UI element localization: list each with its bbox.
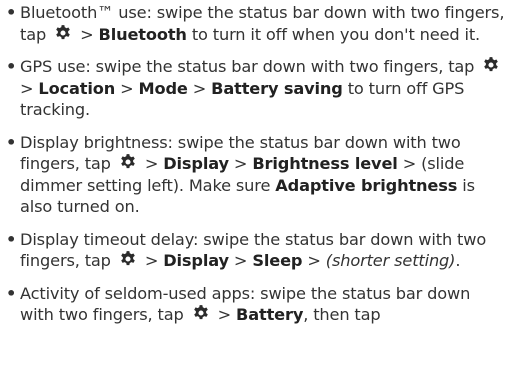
path-separator: > [233, 251, 248, 270]
tip-text-tail: to turn it off when you don't need it. [191, 24, 481, 44]
tip-text-tail: . [455, 251, 461, 270]
setting-shorter-setting: (shorter setting) [325, 251, 456, 270]
setting-location: Location [38, 78, 116, 98]
setting-sleep: Sleep [252, 251, 303, 270]
path-separator: > [192, 78, 207, 98]
tip-gps: • GPS use: swipe the status bar down wit… [0, 56, 506, 121]
setting-brightness-level: Brightness level [252, 154, 398, 173]
path-separator: > [144, 251, 159, 270]
setting-mode: Mode [138, 78, 188, 98]
gear-icon [118, 250, 138, 268]
tip-text-tail: , then tap [303, 305, 381, 324]
tip-display-brightness: • Display brightness: swipe the status b… [0, 132, 506, 218]
path-separator: > [233, 154, 248, 173]
path-separator: > [402, 154, 417, 173]
setting-display: Display [163, 251, 229, 270]
setting-adaptive-brightness: Adaptive brightness [275, 175, 458, 195]
setting-bluetooth: Bluetooth [98, 24, 187, 44]
path-separator: > [120, 78, 134, 98]
setting-battery: Battery [236, 305, 304, 324]
path-separator: > [144, 154, 159, 173]
tip-text: GPS use: swipe the status bar down with … [20, 57, 475, 76]
tip-seldom-used-apps: • Activity of seldom-used apps: swipe th… [0, 283, 506, 326]
path-separator: > [20, 78, 34, 98]
gear-icon [191, 304, 211, 322]
bullet: • [6, 132, 17, 152]
bullet: • [6, 57, 17, 76]
bullet: • [6, 229, 17, 249]
gear-icon [53, 24, 73, 42]
tip-display-timeout: • Display timeout delay: swipe the statu… [0, 229, 506, 272]
setting-battery-saving: Battery saving [211, 78, 343, 98]
bullet: • [6, 283, 17, 303]
bullet: • [6, 3, 17, 22]
gear-icon [481, 56, 501, 74]
tip-bluetooth: • Bluetooth™ use: swipe the status bar d… [0, 2, 506, 45]
path-separator: > [80, 24, 94, 44]
path-separator: > [217, 305, 232, 324]
path-separator: > [307, 251, 321, 270]
gear-icon [118, 153, 138, 171]
setting-display: Display [163, 154, 229, 173]
battery-tips-list: • Bluetooth™ use: swipe the status bar d… [0, 0, 506, 326]
